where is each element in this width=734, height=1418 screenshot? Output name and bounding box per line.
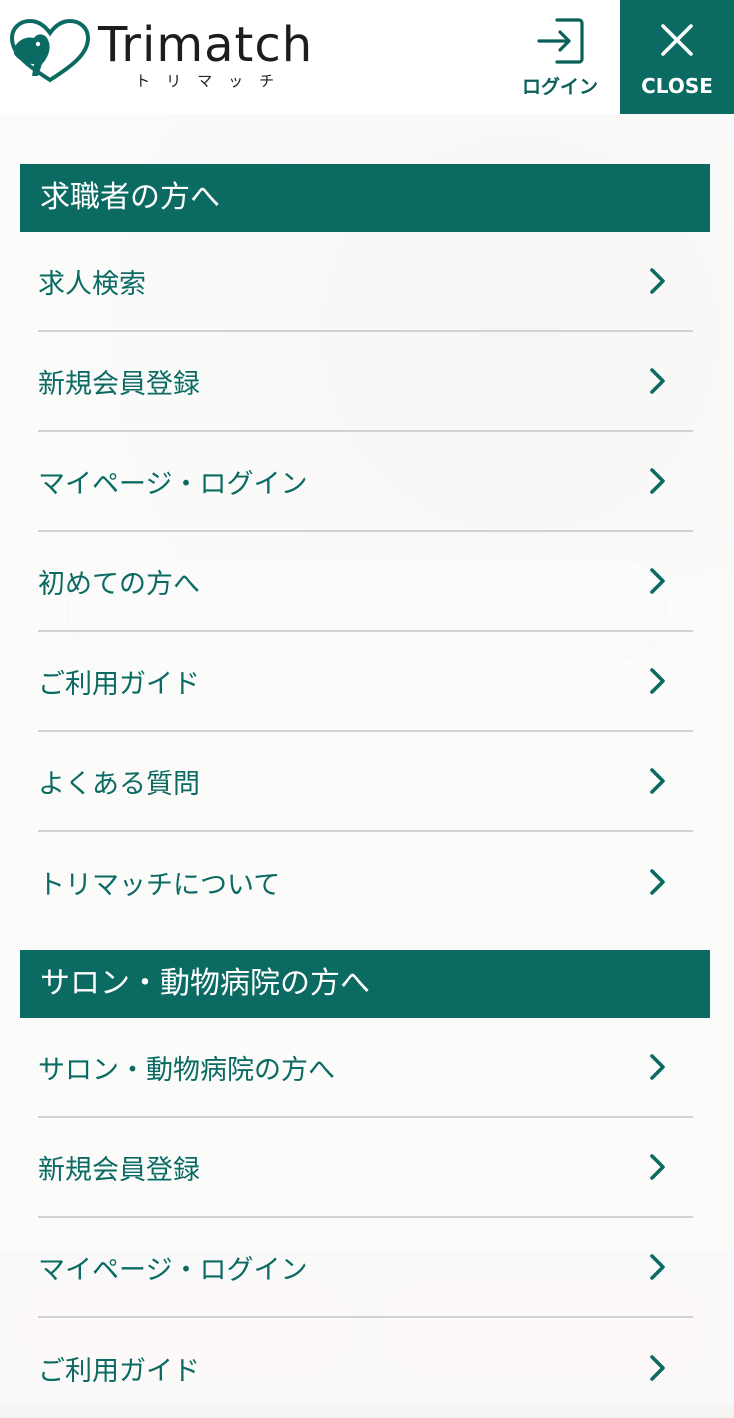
chevron-right-icon: [650, 869, 665, 895]
site-header: Trimatch トリマッチ ログイン CLOSE: [0, 0, 734, 114]
chevron-right-icon: [650, 368, 665, 394]
section-header-salons-clinics: サロン・動物病院の方へ: [20, 950, 710, 1018]
close-label: CLOSE: [641, 74, 713, 98]
close-menu-button[interactable]: CLOSE: [620, 0, 734, 114]
menu-item-label: 新規会員登録: [38, 1154, 200, 1186]
chevron-right-icon: [650, 1355, 665, 1381]
logo-katakana: トリマッチ: [135, 72, 291, 90]
section-header-job-seekers: 求職者の方へ: [20, 164, 710, 232]
menu-item-user-guide[interactable]: ご利用ガイド: [38, 632, 693, 732]
site-logo[interactable]: Trimatch トリマッチ: [8, 18, 313, 91]
menu-item-label: よくある質問: [38, 768, 200, 800]
menu-item-register[interactable]: 新規会員登録: [38, 332, 693, 432]
menu-item-label: 初めての方へ: [38, 568, 200, 600]
menu-item-salon-info[interactable]: サロン・動物病院の方へ: [38, 1018, 693, 1118]
menu-item-label: トリマッチについて: [38, 869, 281, 901]
chevron-right-icon: [650, 1254, 665, 1280]
menu-item-first-time[interactable]: 初めての方へ: [38, 532, 693, 632]
close-icon: [661, 24, 693, 56]
chevron-right-icon: [650, 268, 665, 294]
dog-heart-logo-icon: [9, 18, 91, 83]
menu-item-mypage-login[interactable]: マイページ・ログイン: [38, 432, 693, 532]
menu-item-salon-user-guide[interactable]: ご利用ガイド: [38, 1318, 693, 1418]
menu-item-label: ご利用ガイド: [38, 1355, 200, 1387]
menu-item-salon-mypage-login[interactable]: マイページ・ログイン: [38, 1218, 693, 1318]
logo-wordmark: Trimatch: [98, 17, 314, 73]
chevron-right-icon: [650, 668, 665, 694]
menu-item-label: マイページ・ログイン: [38, 1254, 308, 1286]
menu-item-job-search[interactable]: 求人検索: [38, 232, 693, 332]
menu-item-label: マイページ・ログイン: [38, 468, 308, 500]
navigation-menu-overlay: 求職者の方へ 求人検索 新規会員登録 マイページ・ログイン 初めての方へ ご利用…: [0, 114, 734, 1405]
login-arrow-icon: [537, 18, 584, 64]
chevron-right-icon: [650, 568, 665, 594]
chevron-right-icon: [650, 468, 665, 494]
menu-item-about[interactable]: トリマッチについて: [38, 832, 693, 932]
menu-item-label: ご利用ガイド: [38, 668, 200, 700]
login-button[interactable]: ログイン: [510, 14, 610, 106]
menu-item-label: 新規会員登録: [38, 368, 200, 400]
menu-item-salon-register[interactable]: 新規会員登録: [38, 1118, 693, 1218]
chevron-right-icon: [650, 1054, 665, 1080]
menu-item-label: 求人検索: [38, 268, 146, 300]
menu-item-label: サロン・動物病院の方へ: [38, 1054, 335, 1086]
chevron-right-icon: [650, 1154, 665, 1180]
login-label: ログイン: [521, 76, 598, 98]
menu-item-faq[interactable]: よくある質問: [38, 732, 693, 832]
chevron-right-icon: [650, 768, 665, 794]
